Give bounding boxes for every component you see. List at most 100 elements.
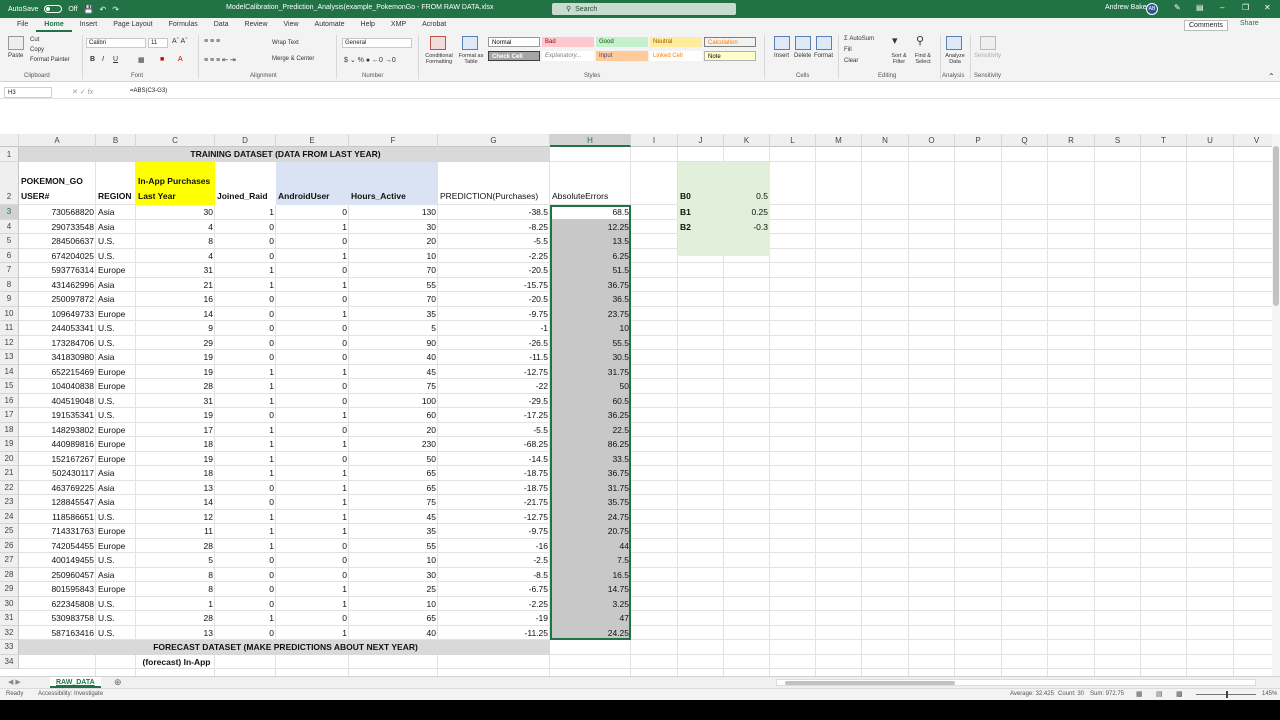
cell-f6[interactable]: 10 [349,251,438,261]
cell-a28[interactable]: 250960457 [19,570,96,580]
row-header[interactable]: 21 [0,466,19,481]
cell-g18[interactable]: -5.5 [438,425,550,435]
column-header-c[interactable]: C [136,134,215,147]
number-format-select[interactable]: General [342,38,412,48]
row-header[interactable]: 31 [0,611,19,626]
cell-f18[interactable]: 20 [349,425,438,435]
cell-d21[interactable]: 1 [215,468,276,478]
cell-c9[interactable]: 16 [136,294,215,304]
normal-view-icon[interactable]: ▦ [1136,690,1143,698]
cell-h32[interactable]: 24.25 [550,628,631,638]
cell-a9[interactable]: 250097872 [19,294,96,304]
pen-icon[interactable]: ✎ [1174,3,1181,12]
row-header[interactable]: 19 [0,437,19,452]
cell-a17[interactable]: 191535341 [19,410,96,420]
font-size-select[interactable]: 11 [148,38,168,48]
header-absolute-errors[interactable]: AbsoluteErrors [550,191,631,201]
cell-f23[interactable]: 75 [349,497,438,507]
left-align-icon[interactable]: ≡ ≡ ≡ ⇤ ⇥ [204,56,236,64]
cell-g32[interactable]: -11.25 [438,628,550,638]
grow-font-icon[interactable]: Aˆ Aˇ [172,38,188,45]
column-header-l[interactable]: L [770,134,816,147]
cell-h13[interactable]: 30.5 [550,352,631,362]
cell-g3[interactable]: -38.5 [438,207,550,217]
cell-a4[interactable]: 290733548 [19,222,96,232]
row-header[interactable]: 23 [0,495,19,510]
column-header-g[interactable]: G [438,134,550,147]
cell-e11[interactable]: 0 [276,323,349,333]
cell-d6[interactable]: 0 [215,251,276,261]
cell-c27[interactable]: 5 [136,555,215,565]
cell-f28[interactable]: 30 [349,570,438,580]
column-header-q[interactable]: Q [1002,134,1048,147]
cell-b25[interactable]: Europe [96,526,136,536]
row-header[interactable]: 10 [0,306,19,321]
cell-c4[interactable]: 4 [136,222,215,232]
cell-g11[interactable]: -1 [438,323,550,333]
cell-b12[interactable]: U.S. [96,338,136,348]
row-header[interactable]: 17 [0,408,19,423]
cell-h19[interactable]: 86.25 [550,439,631,449]
cell-b18[interactable]: Europe [96,425,136,435]
sensitivity-button[interactable]: Sensitivity [974,53,1001,59]
autosum-button[interactable]: Σ AutoSum [844,36,874,42]
cell-a5[interactable]: 284506637 [19,236,96,246]
header-last-year[interactable]: Last Year [136,191,215,201]
column-header-j[interactable]: J [678,134,724,147]
cell-f10[interactable]: 35 [349,309,438,319]
worksheet-grid[interactable]: ABCDEFGHIJKLMNOPQRSTUV 1 2 3 4 5 6 7 8 9 10 11 12 13… [0,134,1272,676]
close-icon[interactable]: ✕ [1264,3,1271,12]
sort-filter-button[interactable]: Sort & Filter [886,53,912,65]
row-header[interactable]: 12 [0,335,19,350]
cell-c25[interactable]: 11 [136,526,215,536]
sheet-tab-raw-data[interactable]: RAW_DATA [50,677,101,688]
tab-view[interactable]: View [276,18,307,32]
conditional-formatting-button[interactable]: Conditional Formatting [422,53,456,65]
column-header-f[interactable]: F [349,134,438,147]
cell-e22[interactable]: 1 [276,483,349,493]
column-header-k[interactable]: K [724,134,770,147]
cell-a12[interactable]: 173284706 [19,338,96,348]
header-pokemon-go[interactable]: POKEMON_GO [19,176,96,186]
cell-b4[interactable]: Asia [96,222,136,232]
find-select-icon[interactable]: ⚲ [916,34,924,47]
cut-button[interactable]: Cut [30,37,39,43]
cell-d26[interactable]: 1 [215,541,276,551]
cell-c3[interactable]: 30 [136,207,215,217]
cell-g21[interactable]: -18.75 [438,468,550,478]
cell-d22[interactable]: 0 [215,483,276,493]
find-select-button[interactable]: Find & Select [910,53,936,65]
tab-review[interactable]: Review [237,18,276,32]
cell-b5[interactable]: U.S. [96,236,136,246]
cell-a22[interactable]: 463769225 [19,483,96,493]
cell-h30[interactable]: 3.25 [550,599,631,609]
cell-c11[interactable]: 9 [136,323,215,333]
cell-g16[interactable]: -29.5 [438,396,550,406]
cell-f8[interactable]: 55 [349,280,438,290]
cell-e3[interactable]: 0 [276,207,349,217]
cell-g29[interactable]: -6.75 [438,584,550,594]
add-sheet-icon[interactable]: ⊕ [114,677,122,688]
cell-h15[interactable]: 50 [550,381,631,391]
row-header[interactable]: 20 [0,451,19,466]
param-b0-value[interactable]: 0.5 [724,191,770,201]
cell-c7[interactable]: 31 [136,265,215,275]
insert-cells-button[interactable]: Insert [774,53,789,59]
borders-icon[interactable]: ▦ [138,56,145,64]
merge-center-button[interactable]: Merge & Center [272,56,314,62]
row-header[interactable]: 2 [0,162,19,205]
cell-e31[interactable]: 0 [276,613,349,623]
column-header-a[interactable]: A [19,134,96,147]
cell-e9[interactable]: 0 [276,294,349,304]
tab-xmp[interactable]: XMP [383,18,414,32]
cell-c29[interactable]: 8 [136,584,215,594]
tab-data[interactable]: Data [206,18,237,32]
cell-b14[interactable]: Europe [96,367,136,377]
cell-b16[interactable]: U.S. [96,396,136,406]
cell-e15[interactable]: 0 [276,381,349,391]
cell-a21[interactable]: 502430117 [19,468,96,478]
conditional-formatting-icon[interactable] [430,36,446,50]
row-header[interactable]: 5 [0,234,19,249]
cell-e24[interactable]: 1 [276,512,349,522]
cell-c19[interactable]: 18 [136,439,215,449]
